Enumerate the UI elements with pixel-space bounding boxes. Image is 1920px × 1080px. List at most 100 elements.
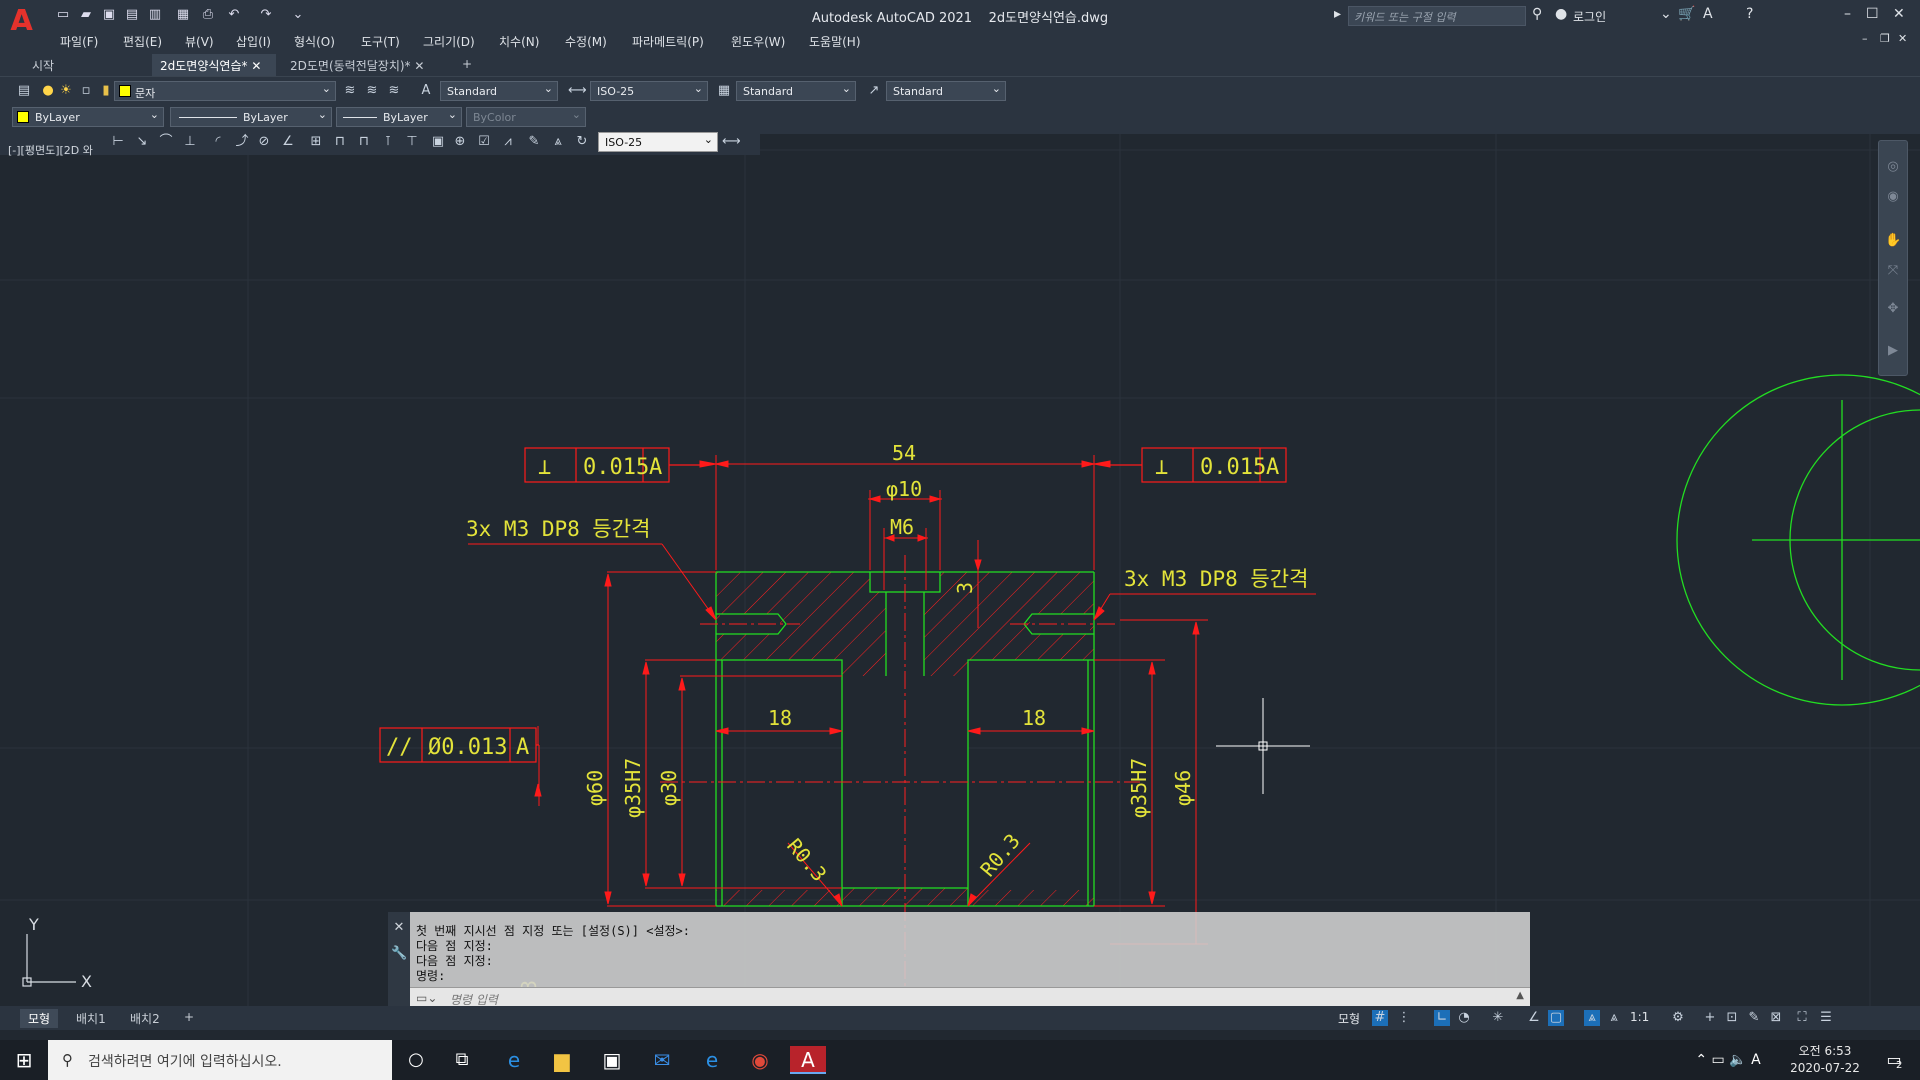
cart-icon[interactable]: 🛒 <box>1678 6 1695 22</box>
table-style-icon[interactable]: ▦ <box>716 83 732 99</box>
aligned-dim-icon[interactable]: ↘ <box>134 134 150 150</box>
text-style-dropdown[interactable]: Standard <box>440 81 558 101</box>
table-style-dropdown[interactable]: Standard <box>736 81 856 101</box>
mleader-style-icon[interactable]: ↗ <box>866 83 882 99</box>
tab-drawing2[interactable]: 2D도면(동력전달장치)* ✕ <box>282 54 440 76</box>
dimtedit-icon[interactable]: ⩓ <box>550 134 566 150</box>
expand-arrow-icon[interactable]: ▸ <box>1334 6 1341 22</box>
mleader-style-dropdown[interactable]: Standard <box>886 81 1006 101</box>
command-input[interactable]: ▭⌄ 명령 입력 ▲ <box>410 987 1530 1007</box>
notification-icon[interactable]: ▭ <box>1876 1046 1912 1074</box>
dim-style-dropdown[interactable]: ISO-25 <box>590 81 708 101</box>
file-explorer-icon[interactable]: ▆ <box>544 1046 580 1074</box>
plus-icon[interactable]: + <box>1702 1010 1718 1026</box>
doc-close-icon[interactable]: ✕ <box>1898 32 1907 45</box>
autocad-taskbar-icon[interactable]: A <box>790 1046 826 1074</box>
tolerance-icon[interactable]: ▣ <box>430 134 446 150</box>
lock-icon[interactable]: ▮ <box>98 83 114 99</box>
autodesk-app-icon[interactable]: A <box>1703 6 1713 22</box>
menu-format[interactable]: 형식(O) <box>294 33 335 50</box>
auto-scale-icon[interactable]: ⩓ <box>1606 1010 1622 1026</box>
ordinate-icon[interactable]: ⊥ <box>182 134 198 150</box>
dimedit-icon[interactable]: ✎ <box>526 134 542 150</box>
make-current-icon[interactable]: ≋ <box>342 83 358 99</box>
new-icon[interactable]: ▭ <box>55 8 71 22</box>
space-icon[interactable]: ⊺ <box>380 134 396 150</box>
customize-icon[interactable]: ⌄ <box>290 8 306 22</box>
dim-style-icon[interactable]: ⟷ <box>568 83 587 99</box>
layer-match-icon[interactable]: ≋ <box>364 83 380 99</box>
menu-parametric[interactable]: 파라메트릭(P) <box>632 33 704 50</box>
redo-icon[interactable]: ↷ <box>258 8 274 22</box>
layer-previous-icon[interactable]: ≋ <box>386 83 402 99</box>
ortho-icon[interactable]: ∟ <box>1434 1010 1450 1026</box>
linear-dim-icon[interactable]: ⊢ <box>110 134 126 150</box>
menu-insert[interactable]: 삽입(I) <box>236 33 271 50</box>
save-icon[interactable]: ▣ <box>101 8 117 22</box>
gear-icon[interactable]: ⚙ <box>1670 1010 1686 1026</box>
close-icon[interactable]: ✕ <box>1893 6 1905 22</box>
continue-icon[interactable]: ⊓ <box>356 134 372 150</box>
isolate-icon[interactable]: ⊡ <box>1724 1010 1740 1026</box>
menu-file[interactable]: 파일(F) <box>60 33 98 50</box>
mail-icon[interactable]: ✉ <box>644 1046 680 1074</box>
jogged-linear-icon[interactable]: ⩘ <box>500 134 516 150</box>
close-icon[interactable]: ✕ <box>391 920 407 936</box>
menu-edit[interactable]: 편집(E) <box>123 33 162 50</box>
taskbar-clock[interactable]: 오전 6:53 2020-07-22 <box>1780 1043 1870 1077</box>
lightbulb-icon[interactable]: ● <box>40 83 56 99</box>
quick-dim-icon[interactable]: ⊞ <box>308 134 324 150</box>
internet-explorer-icon[interactable]: e <box>694 1046 730 1074</box>
login-link[interactable]: 로그인 <box>1573 8 1606 25</box>
close-icon[interactable]: ✕ <box>414 59 424 73</box>
grid-icon[interactable]: # <box>1372 1010 1388 1026</box>
keyword-search-input[interactable]: 키워드 또는 구절 입력 <box>1348 6 1526 26</box>
dim-style-dropdown-2[interactable]: ISO-25 <box>598 132 718 152</box>
menu-help[interactable]: 도움말(H) <box>809 33 861 50</box>
store-icon[interactable]: ▣ <box>594 1046 630 1074</box>
chrome-icon[interactable]: ◉ <box>742 1046 778 1074</box>
system-tray-icons[interactable]: ⌃ ▭ 🔈 A <box>1688 1046 1768 1074</box>
cortana-icon[interactable]: ○ <box>398 1046 434 1074</box>
osnap-tracking-icon[interactable]: ∠ <box>1526 1010 1542 1026</box>
menu-modify[interactable]: 수정(M) <box>565 33 607 50</box>
text-style-icon[interactable]: A <box>418 83 434 99</box>
model-viewport[interactable]: ⊥ 0.015 A ⊥ 0.015 A // Ø0.013 A 54 φ10 M… <box>0 134 1920 1014</box>
angular-icon[interactable]: ∠ <box>280 134 296 150</box>
viewport-label[interactable]: [-][평면도][2D 와 <box>8 142 93 158</box>
drawing-canvas[interactable]: ⊥ 0.015 A ⊥ 0.015 A // Ø0.013 A 54 φ10 M… <box>0 134 1920 1014</box>
showmotion-icon[interactable]: ▶ <box>1885 343 1901 359</box>
radius-icon[interactable]: ◜ <box>210 134 226 150</box>
doc-minimize-icon[interactable]: – <box>1862 32 1868 45</box>
break-icon[interactable]: ⊤ <box>404 134 420 150</box>
undo-icon[interactable]: ↶ <box>226 8 242 22</box>
add-layout-button[interactable]: + <box>176 1009 202 1025</box>
inspect-icon[interactable]: ☑ <box>476 134 492 150</box>
minimize-icon[interactable]: – <box>1844 6 1851 22</box>
side-view-circle[interactable] <box>1676 374 1920 706</box>
new-tab-button[interactable]: + <box>454 54 480 76</box>
task-view-icon[interactable]: ⧉ <box>444 1046 480 1074</box>
plot-preview-icon[interactable]: ▥ <box>147 8 163 22</box>
annotation-visibility-icon[interactable]: ⩓ <box>1584 1010 1600 1026</box>
menu-draw[interactable]: 그리기(D) <box>423 33 475 50</box>
doc-restore-icon[interactable]: ❐ <box>1880 32 1890 45</box>
tab-drawing1[interactable]: 2d도면양식연습* ✕ <box>152 54 276 76</box>
command-icon[interactable]: ▭⌄ <box>416 991 437 1005</box>
isodraft-icon[interactable]: ✳ <box>1490 1010 1506 1026</box>
freeze-icon[interactable]: ▫ <box>78 83 94 99</box>
fullscreen-icon[interactable]: ⛶ <box>1794 1010 1810 1026</box>
menu-view[interactable]: 뷰(V) <box>185 33 214 50</box>
maximize-icon[interactable]: ☐ <box>1866 6 1879 22</box>
plotstyle-dropdown[interactable]: ByColor <box>466 107 586 127</box>
chevron-down-icon[interactable]: ⌄ <box>1660 6 1672 22</box>
polar-icon[interactable]: ◔ <box>1456 1010 1472 1026</box>
taskbar-search-input[interactable]: 검색하려면 여기에 입력하십시오. <box>48 1040 392 1080</box>
customize-icon[interactable]: 🔧 <box>391 946 407 962</box>
baseline-icon[interactable]: ⊓ <box>332 134 348 150</box>
close-icon[interactable]: ✕ <box>251 59 261 73</box>
help-icon[interactable]: ? <box>1746 6 1753 22</box>
color-dropdown[interactable]: ByLayer <box>12 107 164 127</box>
plot-icon[interactable]: ▦ <box>175 8 191 22</box>
layer-properties-icon[interactable]: ▤ <box>16 83 32 99</box>
